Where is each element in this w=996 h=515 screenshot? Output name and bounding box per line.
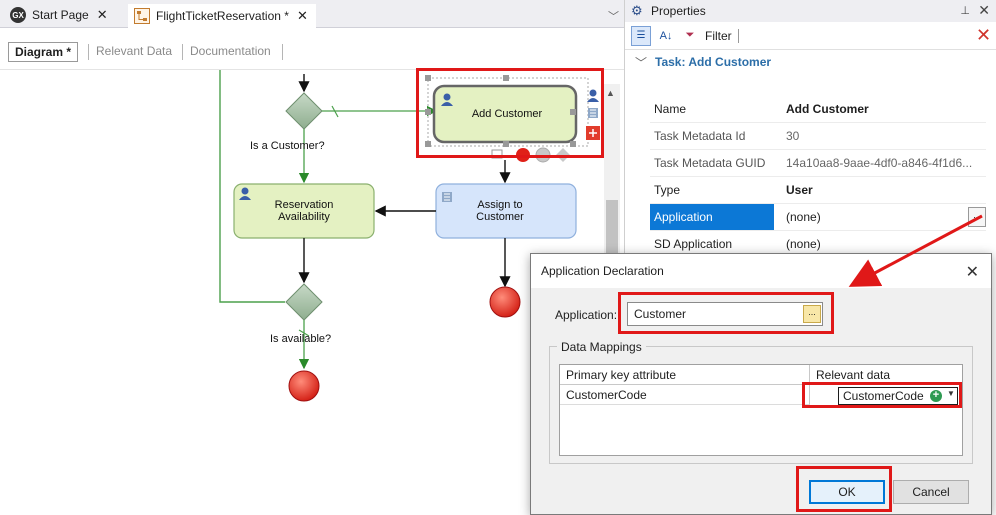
- workflow-diagram-icon: [134, 8, 150, 24]
- properties-toolbar: ☰ A↓ ⏷ Filter ✕: [625, 22, 996, 50]
- tab-documentation[interactable]: Documentation: [190, 42, 271, 62]
- gateway-is-available[interactable]: [285, 283, 323, 321]
- prop-value[interactable]: 14a10aa8-9aae-4df0-a846-4f1d6...: [774, 150, 986, 177]
- end-event-quick-icon[interactable]: [516, 148, 530, 162]
- prop-value[interactable]: 30: [774, 123, 986, 150]
- end-event-available[interactable]: [288, 370, 320, 402]
- filter-funnel-icon[interactable]: ⏷: [681, 26, 699, 46]
- categorized-view-icon[interactable]: ☰: [631, 25, 651, 46]
- tab-start-page[interactable]: GX Start Page ✕: [10, 4, 108, 26]
- application-browse-button[interactable]: ...: [803, 305, 821, 323]
- tab-flight-ticket-reservation[interactable]: FlightTicketReservation * ✕: [128, 4, 316, 28]
- task-add-customer-label: Add Customer: [471, 108, 543, 120]
- close-icon[interactable]: ✕: [978, 2, 990, 19]
- editor-subtabs: Diagram * Relevant Data Documentation: [0, 28, 624, 70]
- end-event-assign[interactable]: [489, 286, 521, 318]
- data-mappings-label: Data Mappings: [557, 340, 646, 354]
- filter-input[interactable]: [744, 24, 970, 47]
- col-header-relevant-data: Relevant data: [810, 365, 962, 385]
- pin-icon[interactable]: ⊥: [960, 4, 970, 17]
- data-mappings-table: Primary key attribute Relevant data Cust…: [559, 364, 963, 456]
- gateway-is-customer[interactable]: [285, 92, 323, 130]
- separator: [88, 44, 89, 60]
- gateway-quick-icon[interactable]: [556, 148, 570, 162]
- prop-key: Type: [650, 177, 774, 204]
- connect-handle-icon[interactable]: [491, 149, 503, 159]
- gateway-is-customer-label: Is a Customer?: [250, 140, 325, 152]
- chevron-down-icon[interactable]: ﹀: [635, 54, 647, 71]
- script-task-icon: [442, 192, 452, 202]
- tab-flight-label: FlightTicketReservation *: [156, 9, 289, 23]
- tab-diagram[interactable]: Diagram *: [8, 42, 79, 62]
- delete-icon[interactable]: [586, 126, 600, 140]
- user-task-icon[interactable]: [587, 89, 599, 103]
- task-reservation-label: Reservation Availability: [274, 199, 334, 223]
- cell-primary-key[interactable]: CustomerCode: [560, 385, 810, 405]
- intermediate-event-quick-icon[interactable]: [535, 147, 551, 163]
- prop-row-metadata-id[interactable]: Task Metadata Id 30: [650, 123, 986, 150]
- task-section-title: Task: Add Customer: [655, 55, 772, 69]
- prop-key: Task Metadata Id: [650, 123, 774, 150]
- task-assign-label: Assign to Customer: [476, 199, 524, 223]
- ok-button[interactable]: OK: [809, 480, 885, 504]
- application-input[interactable]: Customer: [627, 302, 823, 326]
- filter-label: Filter: [705, 28, 739, 43]
- chevron-down-icon[interactable]: ▼: [947, 389, 955, 398]
- gateway-is-available-label: Is available?: [270, 333, 332, 345]
- prop-row-type[interactable]: Type User: [650, 177, 986, 204]
- chevron-down-icon[interactable]: ﹀: [608, 8, 619, 24]
- prop-key: Application: [650, 204, 774, 231]
- add-icon[interactable]: +: [930, 390, 942, 402]
- prop-value[interactable]: User: [774, 177, 986, 204]
- annotation-arrow: [848, 214, 983, 287]
- close-icon[interactable]: ✕: [97, 7, 108, 23]
- properties-title: Properties: [651, 4, 706, 18]
- sort-alpha-icon[interactable]: A↓: [657, 26, 675, 46]
- separator: [282, 44, 283, 60]
- separator: [182, 44, 183, 60]
- close-icon[interactable]: ✕: [297, 8, 308, 24]
- clear-filter-icon[interactable]: ✕: [976, 25, 992, 46]
- prop-row-name[interactable]: Name Add Customer: [650, 96, 986, 123]
- task-section-header[interactable]: ﹀ Task: Add Customer: [625, 50, 996, 74]
- properties-title-bar: ⚙ Properties: [625, 0, 996, 22]
- tab-relevant-data[interactable]: Relevant Data: [96, 42, 172, 62]
- col-header-primary-key: Primary key attribute: [560, 365, 810, 385]
- document-tab-bar: GX Start Page ✕ FlightTicketReservation …: [0, 0, 624, 28]
- cancel-button[interactable]: Cancel: [893, 480, 969, 504]
- prop-value[interactable]: Add Customer: [774, 96, 986, 123]
- genexus-logo-icon: GX: [10, 7, 26, 23]
- application-label: Application:: [555, 308, 618, 322]
- prop-key: Name: [650, 96, 774, 123]
- script-task-icon[interactable]: [588, 108, 598, 118]
- gear-icon: ⚙: [631, 3, 643, 18]
- prop-key: Task Metadata GUID: [650, 150, 774, 177]
- tab-start-page-label: Start Page: [32, 8, 89, 22]
- chevron-up-icon[interactable]: ▲: [606, 88, 615, 98]
- prop-row-metadata-guid[interactable]: Task Metadata GUID 14a10aa8-9aae-4df0-a8…: [650, 150, 986, 177]
